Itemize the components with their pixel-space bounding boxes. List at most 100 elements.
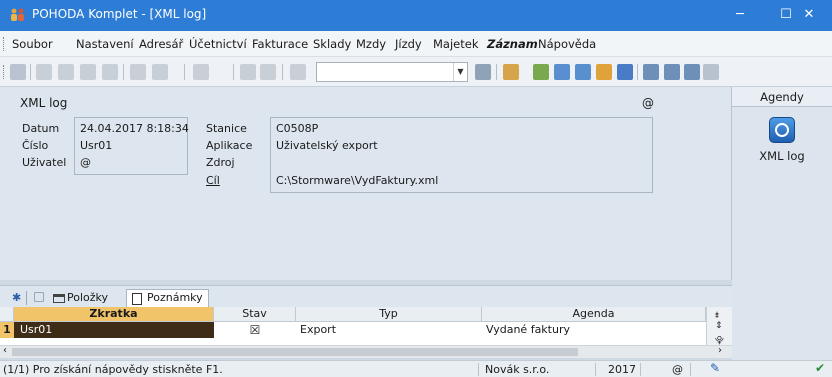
toolbar-list3-icon[interactable] (684, 64, 700, 80)
cell-zkratka[interactable]: Usr01 (14, 322, 214, 338)
cell-typ[interactable]: Export (300, 322, 336, 338)
status-separator (690, 363, 691, 376)
col-stav[interactable]: Stav (214, 307, 296, 322)
col-typ[interactable]: Typ (296, 307, 482, 322)
agendy-header: Agendy (732, 87, 832, 107)
scroll-right-icon[interactable]: › (718, 345, 722, 356)
datum-label: Datum (22, 122, 60, 135)
toolbar-help-icon[interactable] (130, 64, 146, 80)
menu-nastaveni[interactable]: Nastavení (76, 37, 134, 51)
toolbar-paste-icon[interactable] (290, 64, 306, 80)
agendy-panel: Agendy XML log (732, 87, 832, 367)
status-edit-icon: ✎ (710, 361, 721, 375)
table-icon (53, 294, 65, 303)
cil-value[interactable]: C:\Stormware\VydFaktury.xml (276, 174, 438, 187)
toolbar-separator (233, 64, 234, 80)
vertical-scrollbar[interactable]: ⯒ ⇕ ⯓ (706, 307, 732, 346)
status-at: @ (672, 363, 683, 376)
toolbar-separator (123, 64, 124, 80)
toolbar-table-icon[interactable] (554, 64, 570, 80)
toolbar-extra-icon[interactable] (703, 64, 719, 80)
menu-jizdy[interactable]: Jízdy (395, 37, 422, 51)
menu-soubor[interactable]: Soubor (12, 37, 53, 51)
aplikace-label: Aplikace (206, 139, 253, 152)
menu-adresar[interactable]: Adresář (139, 37, 183, 51)
form-title: XML log (20, 96, 68, 110)
table-row[interactable]: 1 Usr01 ☒ Export Vydané faktury (0, 322, 706, 338)
xml-log-icon[interactable] (769, 117, 795, 143)
uzivatel-label: Uživatel (22, 156, 67, 169)
toolbar-new-icon[interactable] (10, 64, 26, 80)
horizontal-scrollbar[interactable]: ‹ › (0, 345, 732, 358)
menu-zaznam[interactable]: Záznam (487, 37, 538, 51)
detail-tabs: ✱ Položky Poznámky (0, 285, 732, 307)
toolbar-tag-icon[interactable] (533, 64, 549, 80)
stanice-label: Stanice (206, 122, 247, 135)
toolbar-people-icon[interactable] (596, 64, 612, 80)
toolbar-list-icon[interactable] (643, 64, 659, 80)
status-year: 2017 (608, 363, 636, 376)
at-indicator: @ (642, 96, 654, 110)
tab-star-icon[interactable]: ✱ (6, 289, 27, 307)
toolbar-bank-icon[interactable] (617, 64, 633, 80)
toolbar-print-icon[interactable] (80, 64, 96, 80)
toolbar-separator (282, 64, 283, 80)
status-company: Novák s.r.o. (485, 363, 550, 376)
toolbar-filter-icon[interactable] (475, 64, 491, 80)
toolbar-grip (3, 65, 5, 79)
app-people-icon (11, 8, 24, 21)
menu-sklady[interactable]: Sklady (313, 37, 351, 51)
col-zkratka[interactable]: Zkratka (14, 307, 214, 322)
toolbar: ▼ (0, 57, 832, 87)
toolbar-folder-icon[interactable] (503, 64, 519, 80)
filter-icon[interactable] (34, 292, 44, 302)
scroll-thumb[interactable] (12, 348, 578, 356)
menu-majetek[interactable]: Majetek (433, 37, 478, 51)
cislo-label: Číslo (22, 139, 49, 152)
status-bar: (1/1) Pro získání nápovědy stiskněte F1.… (0, 360, 832, 377)
scroll-left-icon[interactable]: ‹ (3, 345, 7, 356)
status-separator (640, 363, 641, 376)
tab-separator (26, 291, 27, 305)
toolbar-list2-icon[interactable] (664, 64, 680, 80)
toolbar-separator (30, 64, 31, 80)
uzivatel-value[interactable]: @ (80, 156, 91, 169)
agendy-item-xml-log[interactable]: XML log (732, 149, 832, 163)
datum-value[interactable]: 24.04.2017 8:18:34 (80, 122, 189, 135)
cell-agenda[interactable]: Vydané faktury (486, 322, 570, 338)
menu-ucetnictvi[interactable]: Účetnictví (189, 37, 247, 51)
toolbar-delete-icon[interactable] (58, 64, 74, 80)
window-title: POHODA Komplet - [XML log] (32, 7, 207, 21)
menu-fakturace[interactable]: Fakturace (252, 37, 308, 51)
cil-link[interactable]: Cíl (206, 174, 220, 187)
aplikace-value[interactable]: Uživatelský export (276, 139, 378, 152)
toolbar-copy-icon[interactable] (36, 64, 52, 80)
scroll-updown-icon[interactable]: ⇕ (715, 321, 723, 331)
stanice-value[interactable]: C0508P (276, 122, 318, 135)
menu-mzdy[interactable]: Mzdy (356, 37, 386, 51)
toolbar-check-icon[interactable] (152, 64, 168, 80)
toolbar-separator (496, 64, 497, 80)
menu-napoveda[interactable]: Nápověda (538, 37, 596, 51)
cell-stav[interactable]: ☒ (214, 322, 296, 338)
row-number: 1 (0, 322, 14, 338)
cislo-value[interactable]: Usr01 (80, 139, 112, 152)
chevron-down-icon[interactable]: ▼ (453, 63, 467, 81)
record-form: XML log @ Datum Číslo Uživatel 24.04.201… (0, 87, 732, 280)
note-icon (132, 293, 142, 305)
toolbar-doc-icon[interactable] (575, 64, 591, 80)
toolbar-separator (637, 64, 638, 80)
tab-polozky-label: Položky (67, 291, 109, 304)
toolbar-save-icon[interactable] (240, 64, 256, 80)
toolbar-save-all-icon[interactable] (260, 64, 276, 80)
toolbar-combo[interactable]: ▼ (316, 62, 468, 82)
close-button[interactable]: ✕ (786, 0, 832, 31)
tab-polozky[interactable]: Položky (48, 289, 114, 307)
col-agenda[interactable]: Agenda (482, 307, 706, 322)
status-separator (595, 363, 596, 376)
tab-poznamky[interactable]: Poznámky (126, 289, 209, 307)
toolbar-preview-icon[interactable] (102, 64, 118, 80)
grid-corner (0, 307, 14, 322)
minimize-button[interactable]: ─ (717, 0, 763, 31)
toolbar-back-icon[interactable] (193, 64, 209, 80)
